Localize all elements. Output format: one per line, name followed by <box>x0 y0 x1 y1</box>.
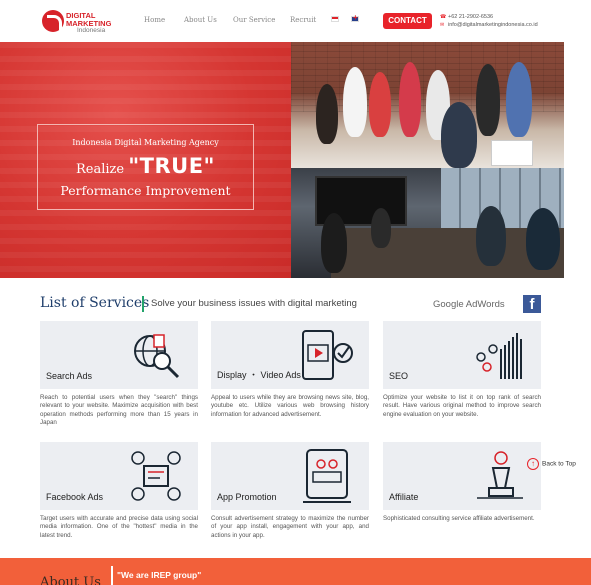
site-logo[interactable]: DIGITAL MARKETING Indonesia <box>42 9 122 35</box>
about-divider <box>111 566 113 585</box>
card-label: Facebook Ads <box>46 492 104 502</box>
contact-button[interactable]: CONTACT <box>383 13 432 29</box>
card-description: Consult advertisement strategy to maximi… <box>211 515 369 539</box>
google-adwords-text: Google AdWords <box>433 299 505 310</box>
logo-mark-icon <box>42 10 64 32</box>
affiliate-chess-icon <box>477 451 523 499</box>
card-label: Display ・ Video Ads <box>217 370 301 380</box>
hero-agency-text: Indonesia Digital Marketing Agency <box>72 138 219 147</box>
google-adwords-logo: Google AdWords <box>433 299 505 310</box>
nav-our-service[interactable]: Our Service <box>233 16 275 24</box>
services-title: List of Services <box>40 295 150 311</box>
title-divider <box>142 296 144 312</box>
card-app-promotion[interactable]: App Promotion <box>211 442 369 510</box>
phone-icon: ☎ <box>440 14 447 20</box>
hero-headline: Realize "TRUE" <box>37 154 254 178</box>
hero-realize: Realize <box>75 162 129 177</box>
card-label: Affiliate <box>389 492 419 502</box>
facebook-logo-icon: f <box>523 295 541 313</box>
card-label: App Promotion <box>217 492 277 502</box>
globe-search-icon <box>134 334 180 379</box>
nav-about-us[interactable]: About Us <box>184 16 217 24</box>
site-header: DIGITAL MARKETING Indonesia Home About U… <box>0 0 591 42</box>
card-facebook-ads[interactable]: Facebook Ads <box>40 442 198 510</box>
hero-performance-text: Performance Improvement <box>60 183 231 198</box>
card-description: Optimize your website to list it on top … <box>383 394 541 418</box>
office-photo <box>291 168 564 278</box>
about-tagline: "We are IREP group" <box>117 570 202 580</box>
arrow-up-icon: ↑ <box>527 458 539 470</box>
indonesia-flag-icon[interactable] <box>331 16 339 22</box>
header-phone: +62 21-2902-6536 <box>448 14 494 20</box>
social-network-icon <box>131 451 181 501</box>
card-description: Reach to potential users when they "sear… <box>40 394 198 427</box>
hero-true: "TRUE" <box>128 154 215 178</box>
nav-home[interactable]: Home <box>144 16 165 24</box>
page: DIGITAL MARKETING Indonesia Home About U… <box>0 0 591 585</box>
english-flag-icon[interactable] <box>351 13 359 22</box>
back-to-top-button[interactable]: ↑ Back to Top <box>527 458 576 470</box>
ranking-chart-icon <box>476 333 522 379</box>
card-display-video-ads[interactable]: Display ・ Video Ads <box>211 321 369 389</box>
mobile-video-icon <box>302 330 353 380</box>
back-to-top-label: Back to Top <box>542 460 576 468</box>
services-subtitle: Solve your business issues with digital … <box>151 298 357 309</box>
header-email[interactable]: info@digitalmarketingindonesia.co.id <box>448 22 538 28</box>
mail-icon: ✉ <box>440 22 445 28</box>
card-seo[interactable]: SEO <box>383 321 541 389</box>
card-label: Search Ads <box>46 371 93 381</box>
team-photo <box>291 42 564 168</box>
app-promotion-icon <box>303 449 351 503</box>
logo-sign <box>491 140 533 166</box>
card-description: Sophisticated consulting service affilia… <box>383 515 535 522</box>
card-search-ads[interactable]: Search Ads <box>40 321 198 389</box>
nav-recruit[interactable]: Recruit <box>290 16 316 24</box>
logo-line-3: Indonesia <box>77 27 106 34</box>
card-label: SEO <box>389 371 409 381</box>
card-description: Appeal to users while they are browsing … <box>211 394 369 418</box>
card-description: Target users with accurate and precise d… <box>40 515 198 539</box>
about-title: About Us <box>40 575 101 585</box>
card-affiliate[interactable]: Affiliate <box>383 442 541 510</box>
